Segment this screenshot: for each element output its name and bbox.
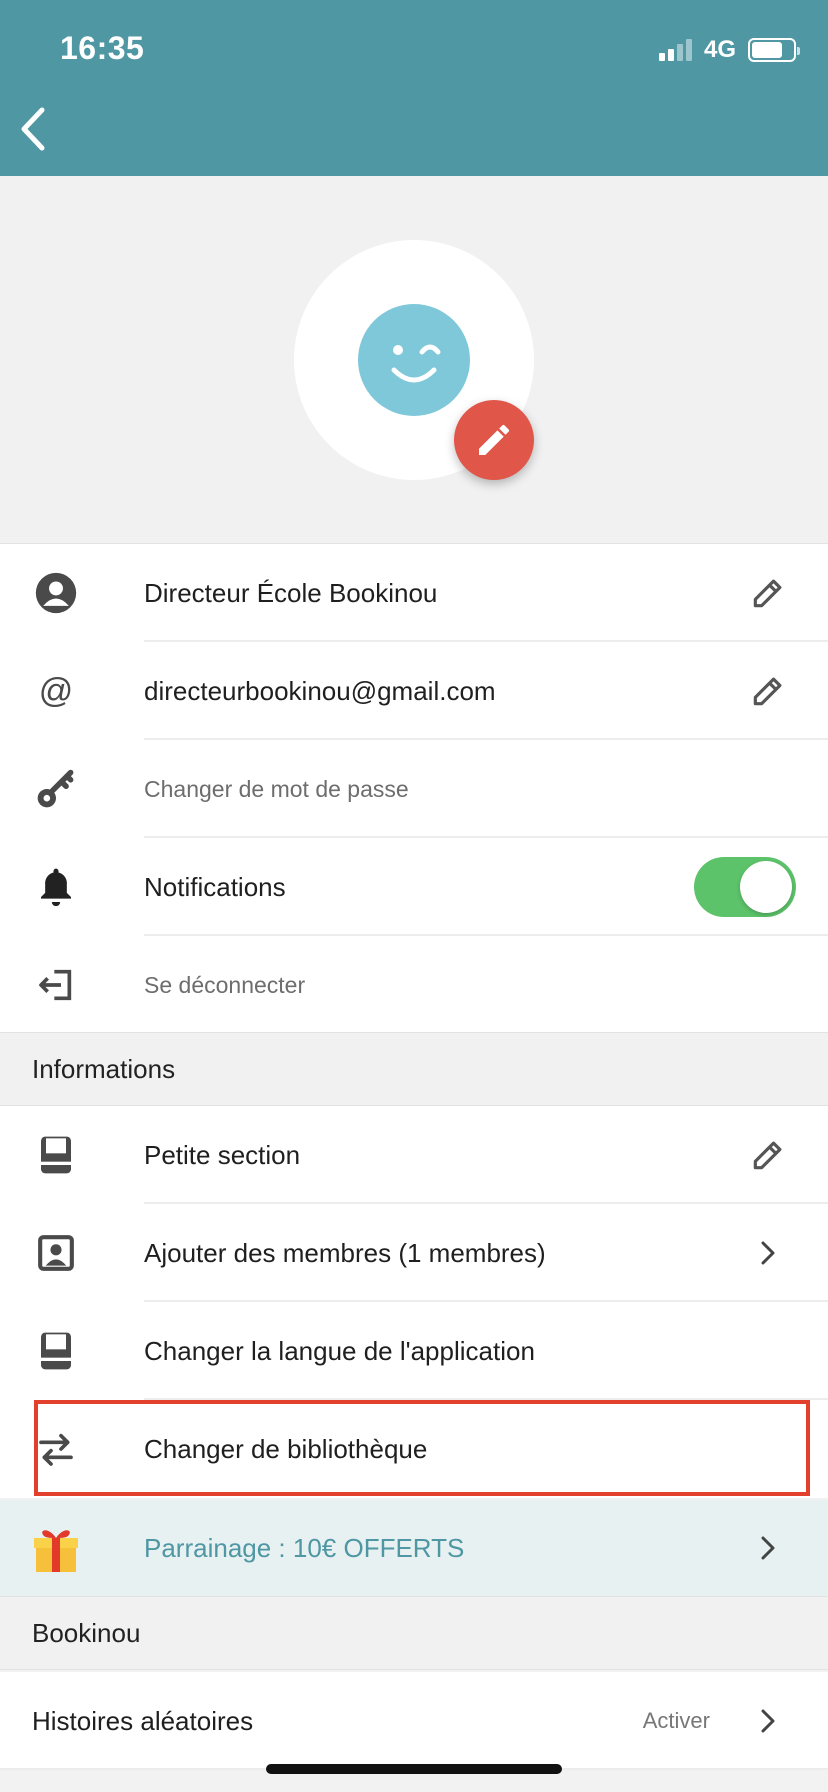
edit-photo-button[interactable] [454, 400, 534, 480]
home-indicator[interactable] [266, 1764, 562, 1774]
pencil-outline-icon [753, 677, 782, 706]
avatar[interactable] [358, 304, 470, 416]
referral-label: Parrainage : 10€ OFFERTS [144, 1532, 465, 1563]
notifications-toggle[interactable] [694, 857, 796, 917]
back-button[interactable] [14, 104, 54, 154]
book-icon [32, 1327, 80, 1375]
app-header: 16:35 4G [0, 0, 828, 176]
bell-icon [32, 863, 80, 911]
contact-portrait-icon [32, 1229, 80, 1277]
network-type: 4G [703, 36, 736, 63]
change-password-label: Changer de mot de passe [144, 775, 409, 802]
pencil-outline-icon [753, 579, 782, 608]
change-language-label: Changer la langue de l'application [144, 1335, 535, 1366]
edit-class-button[interactable] [744, 1131, 792, 1179]
gift-icon [30, 1522, 82, 1574]
referral-row[interactable]: Parrainage : 10€ OFFERTS [0, 1500, 828, 1596]
book-icon [32, 1131, 80, 1179]
notifications-label: Notifications [144, 871, 286, 902]
logout-row[interactable]: Se déconnecter [0, 936, 828, 1034]
random-stories-row[interactable]: Histoires aléatoires Activer [0, 1672, 828, 1770]
pencil-outline-icon [753, 1141, 782, 1170]
profile-header [0, 176, 828, 544]
pencil-icon [479, 424, 510, 455]
account-circle-icon [32, 569, 80, 617]
logout-label: Se déconnecter [144, 971, 306, 998]
chevron-right-icon [744, 1697, 792, 1745]
random-stories-action[interactable]: Activer [643, 1708, 710, 1734]
add-members-row[interactable]: Ajouter des membres (1 membres) [0, 1204, 828, 1302]
chevron-right-icon [744, 1229, 792, 1277]
class-row[interactable]: Petite section [0, 1106, 828, 1204]
name-row[interactable]: Directeur École Bookinou [0, 544, 828, 642]
chevron-right-icon [744, 1524, 792, 1572]
change-library-row[interactable]: Changer de bibliothèque [0, 1400, 828, 1498]
notifications-row: Notifications [0, 838, 828, 936]
logout-icon [32, 961, 80, 1009]
status-indicators: 4G [658, 36, 800, 64]
change-password-row[interactable]: Changer de mot de passe [0, 740, 828, 838]
random-stories-label: Histoires aléatoires [32, 1705, 254, 1736]
informations-header: Informations [0, 1032, 828, 1106]
edit-name-button[interactable] [744, 569, 792, 617]
key-icon [32, 765, 80, 813]
change-language-row[interactable]: Changer la langue de l'application [0, 1302, 828, 1400]
class-label: Petite section [144, 1139, 301, 1170]
add-members-label: Ajouter des membres (1 membres) [144, 1237, 546, 1268]
signal-icon [658, 39, 692, 61]
chevron-left-icon [21, 107, 45, 151]
profile-name: Directeur École Bookinou [144, 577, 438, 608]
at-sign-icon: @ [38, 671, 74, 710]
email-row[interactable]: @ directeurbookinou@gmail.com [0, 642, 828, 740]
battery-icon [748, 38, 800, 62]
informations-list: Petite section Ajouter des membres (1 me… [0, 1106, 828, 1498]
swap-arrows-icon [32, 1425, 80, 1473]
winking-face-icon [391, 344, 441, 383]
bookinou-header: Bookinou [0, 1596, 828, 1670]
edit-email-button[interactable] [744, 667, 792, 715]
status-time: 16:35 [60, 30, 145, 66]
account-list: Directeur École Bookinou @ directeurbook… [0, 544, 828, 1034]
profile-email: directeurbookinou@gmail.com [144, 675, 496, 706]
change-library-label: Changer de bibliothèque [144, 1433, 428, 1464]
